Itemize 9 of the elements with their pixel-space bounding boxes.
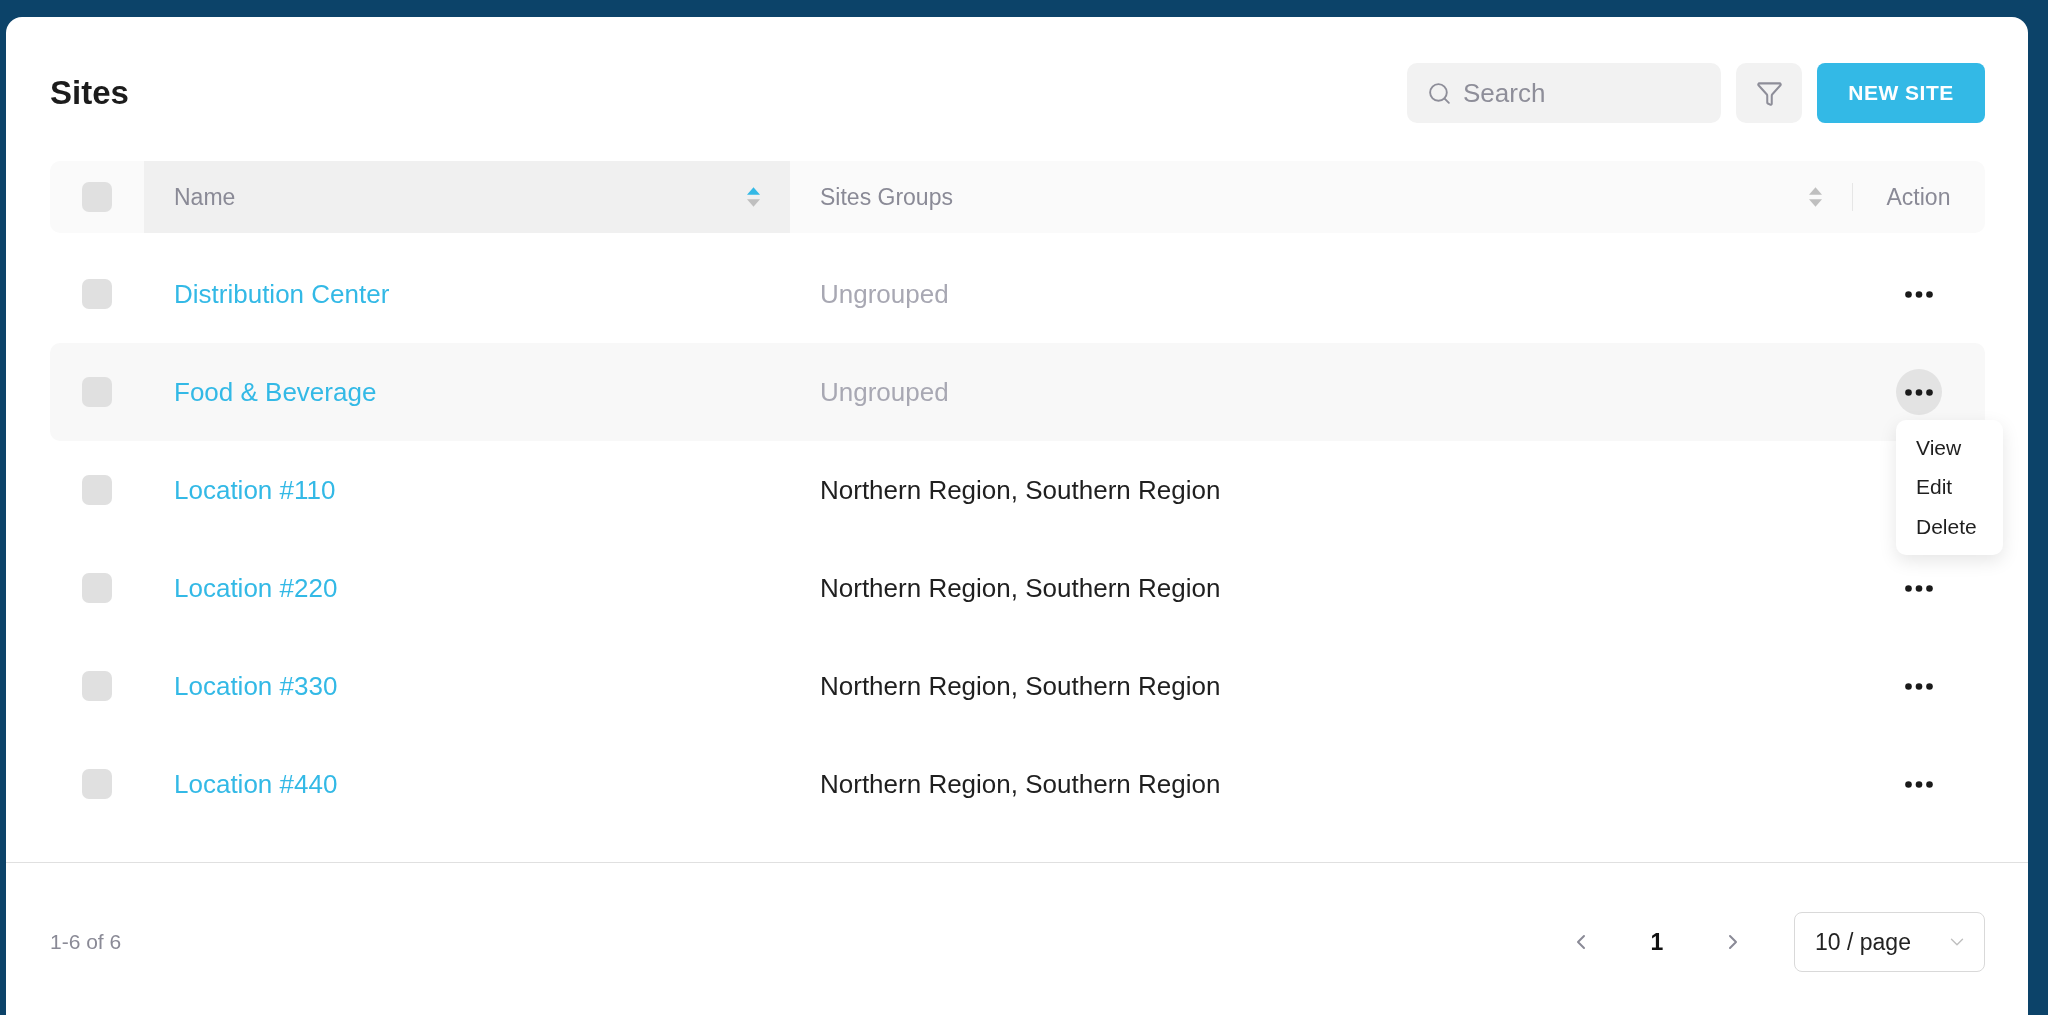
site-groups-text: Ungrouped: [820, 278, 949, 310]
site-groups-text: Northern Region, Southern Region: [820, 474, 1221, 506]
site-groups-text: Ungrouped: [820, 376, 949, 408]
column-header: Action: [1852, 161, 1985, 233]
site-groups-text: Northern Region, Southern Region: [820, 670, 1221, 702]
pagination-total: 1-6 of 6: [50, 930, 122, 954]
site-groups-text: Northern Region, Southern Region: [820, 572, 1221, 604]
page-title: Sites: [50, 74, 129, 112]
site-groups-text: Northern Region, Southern Region: [820, 768, 1221, 800]
